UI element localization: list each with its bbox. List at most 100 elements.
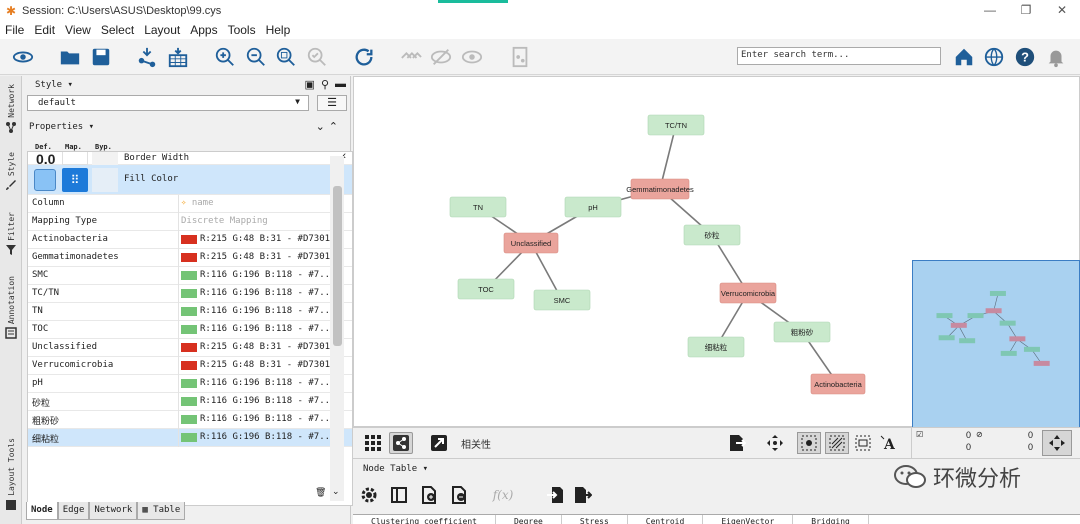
mapping-value[interactable]: R:116 G:196 B:118 - #7... [200,306,335,316]
mapping-row[interactable]: Verrucomicrobia R:215 G:48 B:31 - #D7301F [28,357,352,375]
mapping-value[interactable]: R:116 G:196 B:118 - #7... [200,414,335,424]
mapping-value[interactable]: R:116 G:196 B:118 - #7... [200,288,335,298]
move-icon[interactable] [763,432,787,454]
maximize-icon[interactable]: ❐ [1008,0,1044,21]
menu-select[interactable]: Select [96,23,139,37]
menu-edit[interactable]: Edit [29,23,60,37]
column-header[interactable]: Degree [496,515,562,524]
color-swatch[interactable] [181,343,197,352]
mapping-row[interactable]: TOC R:116 G:196 B:118 - #7... [28,321,352,339]
mapping-value[interactable]: R:215 G:48 B:31 - #D7301F [200,342,335,352]
color-swatch[interactable] [181,307,197,316]
export-network-icon[interactable] [725,432,749,454]
mapping-row[interactable]: Gemmatimonadetes R:215 G:48 B:31 - #D7301… [28,249,352,267]
mapping-row[interactable]: 细粘粒 R:116 G:196 B:118 - #7... [28,429,352,447]
zoom-in-icon[interactable] [212,44,238,70]
open-folder-icon[interactable] [57,44,83,70]
style-panel-header[interactable]: Style ▾ [35,80,73,90]
help-icon[interactable]: ? [1012,44,1038,70]
color-swatch[interactable] [181,325,197,334]
tab-network-style[interactable]: Network [89,502,138,520]
network-node[interactable]: pH [564,196,622,218]
color-swatch[interactable] [181,253,197,262]
tab-node[interactable]: Node [26,502,58,520]
refresh-icon[interactable] [351,44,377,70]
mapping-value[interactable]: R:215 G:48 B:31 - #D7301F [200,234,335,244]
tab-style[interactable]: Style [2,152,20,191]
zoom-fit-icon[interactable] [273,44,299,70]
close-icon[interactable]: ✕ [1044,0,1080,21]
mapping-dots-icon[interactable]: ⠿ [62,168,88,192]
property-row-fill-color[interactable]: ⠿ Fill Color ⌄ [28,165,352,195]
style-options-menu-icon[interactable]: ☰ [317,95,347,111]
network-node[interactable]: 砂粒 [683,224,741,246]
text-annotation-icon[interactable]: A [877,432,901,454]
zoom-out-icon[interactable] [243,44,269,70]
network-node[interactable]: TC/TN [647,114,705,136]
gear-icon[interactable] [357,484,381,506]
node-table-dropdown[interactable]: Node Table ▾ [363,464,428,474]
expand-collapse-icons[interactable]: ⌄⌃ [316,120,342,133]
color-swatch[interactable] [181,415,197,424]
globe-icon[interactable] [981,44,1007,70]
mapping-column-row[interactable]: Column ✧ name [28,195,352,213]
mapping-value[interactable]: R:215 G:48 B:31 - #D7301F [200,360,335,370]
pin-icon[interactable]: ⚲ [321,78,329,91]
tab-layout-tools[interactable]: Layout Tools [2,438,20,511]
home-icon[interactable] [951,44,977,70]
network-node[interactable]: 粗粉砂 [773,321,831,343]
mapping-row[interactable]: TC/TN R:116 G:196 B:118 - #7... [28,285,352,303]
column-header[interactable]: EigenVector [703,515,794,524]
scroll-down-icon[interactable]: ⌄ [332,486,340,497]
properties-dropdown[interactable]: Properties ▾ [29,122,94,132]
mapping-row[interactable]: 砂粒 R:116 G:196 B:118 - #7... [28,393,352,411]
minimize-panel-icon[interactable]: ▬ [335,78,346,91]
mapping-row[interactable]: SMC R:116 G:196 B:118 - #7... [28,267,352,285]
border-width-mapping-cell[interactable] [62,152,88,165]
column-header[interactable]: Stress [562,515,628,524]
navigate-icon[interactable] [1042,430,1072,456]
color-swatch[interactable] [181,235,197,244]
float-panel-icon[interactable]: ▣ [305,78,315,91]
overview-minimap[interactable] [912,260,1080,428]
mapping-value[interactable]: R:116 G:196 B:118 - #7... [200,396,335,406]
menu-apps[interactable]: Apps [185,23,222,37]
import-table-icon[interactable] [165,44,191,70]
menu-tools[interactable]: Tools [223,23,261,37]
tab-edge[interactable]: Edge [57,502,90,520]
network-node[interactable]: TOC [457,278,515,300]
mapping-row[interactable]: Actinobacteria R:215 G:48 B:31 - #D7301F [28,231,352,249]
notification-bell-icon[interactable] [1043,44,1069,70]
mapping-value[interactable]: R:116 G:196 B:118 - #7... [200,270,335,280]
import-table-file-icon[interactable] [543,484,567,506]
column-header[interactable]: Clustering coefficient [353,515,496,524]
mapping-row[interactable]: Unclassified R:215 G:48 B:31 - #D7301F [28,339,352,357]
network-canvas[interactable]: TC/TN Gemmatimonadetes pH TN Unclassified 砂粒 T… [353,76,1080,428]
import-network-icon[interactable] [134,44,160,70]
select-nodes-icon[interactable] [797,432,821,454]
show-columns-icon[interactable] [387,484,411,506]
color-swatch[interactable] [181,361,197,370]
network-node[interactable]: Actinobacteria [810,373,866,395]
color-swatch[interactable] [181,397,197,406]
column-header[interactable]: Centroid [628,515,704,524]
color-swatch[interactable] [181,379,197,388]
network-node[interactable]: 细粘粒 [687,336,745,358]
save-icon[interactable] [88,44,114,70]
minimize-icon[interactable]: — [972,0,1008,21]
search-input[interactable]: Enter search term... [737,47,941,65]
add-column-icon[interactable] [417,484,441,506]
tab-network[interactable]: Network [2,84,20,133]
network-node[interactable]: TN [449,196,507,218]
new-session-icon[interactable] [10,44,36,70]
mapping-type-value[interactable]: Discrete Mapping [181,216,268,226]
style-select[interactable]: default ▼ [27,95,309,111]
tab-table[interactable]: ▦ Table [137,502,186,520]
network-node[interactable]: Gemmatimonadetes [626,178,694,200]
fill-color-default-swatch[interactable] [34,169,56,191]
scrollbar-thumb[interactable] [333,186,342,346]
trash-icon[interactable]: 🗑 [315,487,326,498]
grid-view-icon[interactable] [361,432,385,454]
properties-scrollbar[interactable]: ⌄ [330,156,344,501]
menu-file[interactable]: File [0,23,29,37]
